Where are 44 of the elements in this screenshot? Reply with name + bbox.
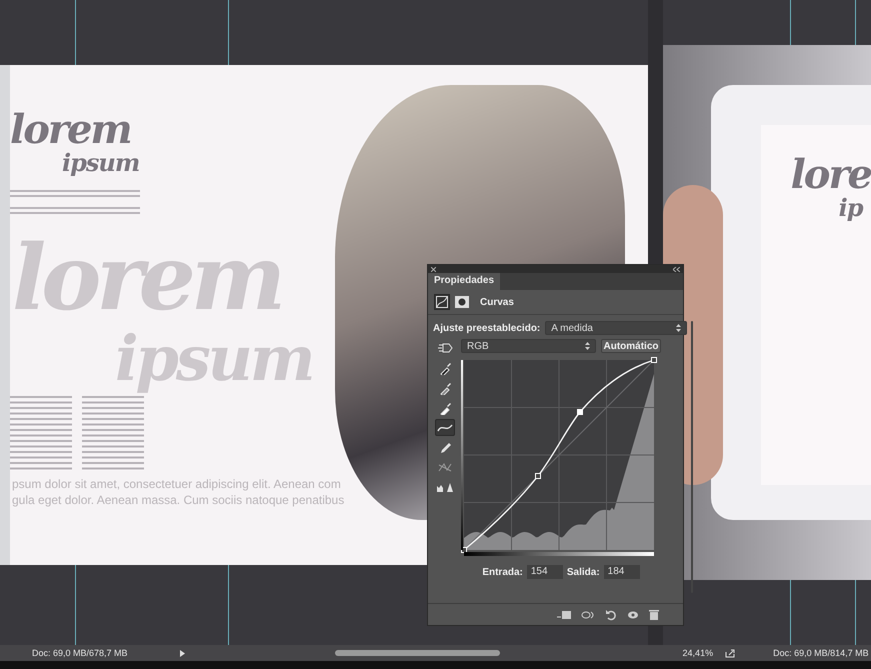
- collapse-icon[interactable]: [673, 266, 680, 272]
- eyedropper-icon: [438, 380, 450, 394]
- stepper-arrows-icon: [585, 342, 590, 350]
- subheading-text: ipsum: [62, 150, 140, 176]
- preset-label: Ajuste preestablecido:: [433, 322, 540, 334]
- panel-scrollbar[interactable]: [691, 321, 694, 593]
- output-field[interactable]: 184: [604, 565, 640, 579]
- input-field[interactable]: 154: [526, 565, 563, 579]
- heading-text: lore: [790, 155, 871, 195]
- eye-icon[interactable]: [627, 610, 639, 618]
- eyedropper-icon: [438, 360, 450, 374]
- reset-icon[interactable]: [605, 608, 617, 620]
- curves-grid-icon: [436, 296, 448, 308]
- close-icon[interactable]: [431, 266, 436, 272]
- panel-tab[interactable]: Propiedades: [428, 273, 500, 290]
- pencil-icon: [438, 441, 450, 454]
- play-arrow-icon[interactable]: [180, 650, 185, 656]
- mask-icon: [455, 296, 469, 308]
- output-label: Salida:: [566, 566, 600, 578]
- eye-toggle-icon[interactable]: [581, 610, 595, 620]
- scrollbar-thumb[interactable]: [334, 650, 500, 656]
- body-text: psum dolor sit amet, consectetuer adipiscing elit. Aenean com: [12, 476, 341, 492]
- clipping-warning-icon: [436, 482, 454, 493]
- eyedropper-icon: [438, 400, 450, 414]
- auto-button[interactable]: Automático: [601, 339, 661, 353]
- trash-icon[interactable]: [649, 609, 659, 620]
- zoom-text: 24,41%: [682, 648, 714, 658]
- document-size-text: Doc: 69,0 MB/678,7 MB: [32, 648, 128, 658]
- share-icon[interactable]: [725, 648, 736, 658]
- smooth-curve-icon: [438, 462, 452, 473]
- body-text: gula eget dolor. Aenean massa. Cum sociis natoque penatibus: [12, 492, 344, 508]
- subheading-text: ip: [838, 195, 862, 221]
- adjustment-toggle[interactable]: [434, 294, 450, 310]
- preset-dropdown[interactable]: A medida: [545, 321, 688, 335]
- channel-dropdown[interactable]: RGB: [461, 339, 596, 353]
- stepper-arrows-icon: [676, 324, 682, 332]
- adjustment-title: Curvas: [480, 296, 514, 308]
- clip-to-layer-icon[interactable]: [557, 610, 571, 620]
- hand-icon: [436, 342, 452, 354]
- adjustment-toggle[interactable]: [454, 294, 470, 310]
- heading-text: lorem: [10, 110, 131, 150]
- document-size-text: Doc: 69,0 MB/814,7 MB: [773, 648, 869, 658]
- curve-icon: [436, 422, 452, 432]
- input-label: Entrada:: [482, 566, 523, 578]
